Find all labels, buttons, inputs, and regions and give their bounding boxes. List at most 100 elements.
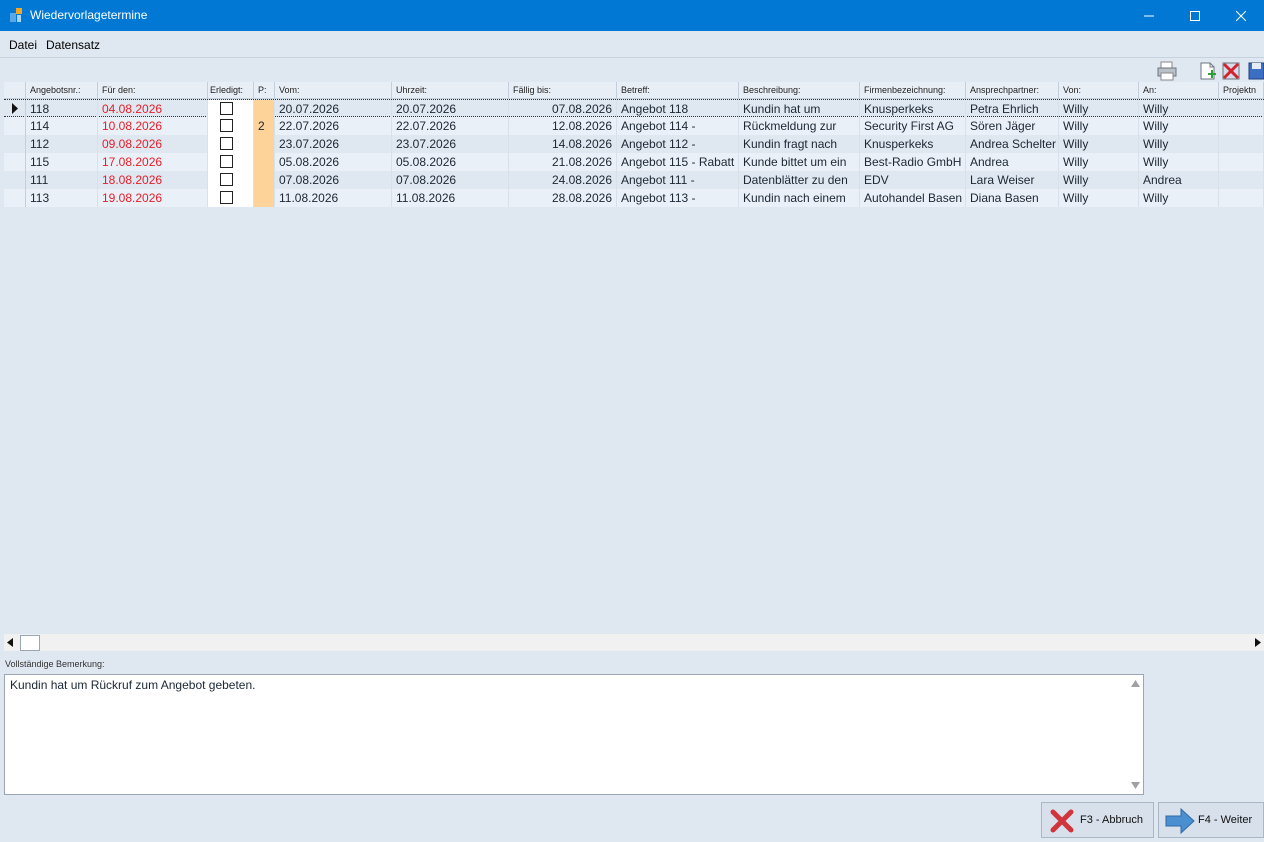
cell-proj[interactable] (1219, 189, 1264, 207)
cell-ansprech[interactable]: Lara Weiser (966, 171, 1059, 189)
table-row[interactable]: 118 04.08.2026 20.07.2026 20.07.2026 07.08.2… (4, 99, 1264, 118)
column-header-faellig-bis[interactable]: Fällig bis: (509, 82, 617, 99)
row-selector[interactable] (4, 171, 26, 189)
cell-proj[interactable] (1219, 153, 1264, 171)
minimize-button[interactable] (1126, 0, 1172, 31)
cell-von[interactable]: Willy (1059, 135, 1139, 153)
cell-vom[interactable]: 07.08.2026 (275, 171, 392, 189)
table-row[interactable]: 111 18.08.2026 07.08.2026 07.08.2026 24.08.2… (4, 171, 1264, 189)
cell-faellig[interactable]: 21.08.2026 (509, 153, 617, 171)
erledigt-checkbox[interactable] (220, 102, 233, 115)
cell-betreff[interactable]: Angebot 114 - (617, 117, 739, 135)
cell-ansprech[interactable]: Andrea Schelter (966, 135, 1059, 153)
print-icon[interactable] (1156, 60, 1178, 82)
cell-p[interactable]: 2 (254, 117, 275, 135)
next-button[interactable]: F4 - Weiter (1158, 802, 1264, 838)
table-row[interactable]: 114 10.08.2026 2 22.07.2026 22.07.2026 12.08.… (4, 117, 1264, 135)
data-grid[interactable]: Angebotsnr.: Für den: Erledigt: P: Vom: … (4, 82, 1264, 634)
cell-fuer[interactable]: 04.08.2026 (98, 100, 208, 118)
cell-nr[interactable]: 111 (26, 171, 98, 189)
scroll-thumb[interactable] (20, 635, 40, 651)
column-header-p[interactable]: P: (254, 82, 275, 99)
cell-ansprech[interactable]: Andrea (966, 153, 1059, 171)
cell-proj[interactable] (1219, 135, 1264, 153)
cell-fuer[interactable]: 17.08.2026 (98, 153, 208, 171)
cell-nr[interactable]: 118 (26, 100, 98, 118)
row-selector[interactable] (4, 153, 26, 171)
table-row[interactable]: 115 17.08.2026 05.08.2026 05.08.2026 21.08.2… (4, 153, 1264, 171)
menu-datei[interactable]: Datei (9, 38, 37, 52)
erledigt-checkbox[interactable] (220, 155, 233, 168)
cell-faellig[interactable]: 07.08.2026 (509, 100, 617, 118)
horizontal-scrollbar[interactable] (4, 634, 1264, 651)
cell-ansprech[interactable]: Petra Ehrlich (966, 100, 1059, 118)
scroll-down-arrow-icon[interactable] (1131, 782, 1140, 789)
cell-proj[interactable] (1219, 100, 1264, 118)
cell-vom[interactable]: 20.07.2026 (275, 100, 392, 118)
cell-firma[interactable]: Knusperkeks (860, 135, 966, 153)
cell-vom[interactable]: 05.08.2026 (275, 153, 392, 171)
menu-datensatz[interactable]: Datensatz (46, 38, 100, 52)
cell-von[interactable]: Willy (1059, 189, 1139, 207)
cell-faellig[interactable]: 24.08.2026 (509, 171, 617, 189)
cell-nr[interactable]: 114 (26, 117, 98, 135)
cell-an[interactable]: Willy (1139, 117, 1219, 135)
remark-textarea[interactable]: Kundin hat um Rückruf zum Angebot gebete… (4, 674, 1144, 795)
table-row[interactable]: 112 09.08.2026 23.07.2026 23.07.2026 14.08.2… (4, 135, 1264, 153)
cell-betreff[interactable]: Angebot 118 (617, 100, 739, 118)
cell-von[interactable]: Willy (1059, 171, 1139, 189)
cell-proj[interactable] (1219, 171, 1264, 189)
cell-uhrzeit[interactable]: 23.07.2026 (392, 135, 509, 153)
cell-faellig[interactable]: 12.08.2026 (509, 117, 617, 135)
cell-fuer[interactable]: 19.08.2026 (98, 189, 208, 207)
cell-fuer[interactable]: 10.08.2026 (98, 117, 208, 135)
cell-firma[interactable]: Autohandel Basen (860, 189, 966, 207)
new-record-icon[interactable] (1196, 60, 1218, 82)
cell-firma[interactable]: Security First AG (860, 117, 966, 135)
erledigt-checkbox[interactable] (220, 119, 233, 132)
cell-beschreibung[interactable]: Datenblätter zu den (739, 171, 860, 189)
scroll-up-arrow-icon[interactable] (1131, 680, 1140, 687)
scroll-right-arrow-icon[interactable] (1254, 638, 1262, 647)
cell-faellig[interactable]: 14.08.2026 (509, 135, 617, 153)
cell-vom[interactable]: 23.07.2026 (275, 135, 392, 153)
cell-beschreibung[interactable]: Kundin hat um (739, 100, 860, 118)
column-header-ansprechpartner[interactable]: Ansprechpartner: (966, 82, 1059, 99)
scroll-left-arrow-icon[interactable] (6, 638, 14, 647)
cell-nr[interactable]: 115 (26, 153, 98, 171)
cell-von[interactable]: Willy (1059, 153, 1139, 171)
cell-uhrzeit[interactable]: 20.07.2026 (392, 100, 509, 118)
column-header-an[interactable]: An: (1139, 82, 1219, 99)
cell-p[interactable] (254, 189, 275, 207)
cell-uhrzeit[interactable]: 11.08.2026 (392, 189, 509, 207)
row-selector[interactable] (4, 100, 26, 118)
cell-proj[interactable] (1219, 117, 1264, 135)
row-selector[interactable] (4, 135, 26, 153)
cell-beschreibung[interactable]: Kundin fragt nach (739, 135, 860, 153)
cell-firma[interactable]: Knusperkeks (860, 100, 966, 118)
column-header-betreff[interactable]: Betreff: (617, 82, 739, 99)
remark-vertical-scrollbar[interactable] (1127, 675, 1143, 794)
cell-ansprech[interactable]: Sören Jäger (966, 117, 1059, 135)
erledigt-checkbox[interactable] (220, 137, 233, 150)
cell-betreff[interactable]: Angebot 115 - Rabatt (617, 153, 739, 171)
maximize-button[interactable] (1172, 0, 1218, 31)
cell-an[interactable]: Willy (1139, 153, 1219, 171)
cell-nr[interactable]: 112 (26, 135, 98, 153)
cell-betreff[interactable]: Angebot 112 - (617, 135, 739, 153)
cell-uhrzeit[interactable]: 07.08.2026 (392, 171, 509, 189)
column-header-angebotsnr[interactable]: Angebotsnr.: (26, 82, 98, 99)
row-selector[interactable] (4, 189, 26, 207)
cell-firma[interactable]: EDV (860, 171, 966, 189)
cell-vom[interactable]: 11.08.2026 (275, 189, 392, 207)
cell-vom[interactable]: 22.07.2026 (275, 117, 392, 135)
cell-faellig[interactable]: 28.08.2026 (509, 189, 617, 207)
column-header-firmenbezeichnung[interactable]: Firmenbezeichnung: (860, 82, 966, 99)
cell-betreff[interactable]: Angebot 111 - (617, 171, 739, 189)
delete-record-icon[interactable] (1220, 60, 1242, 82)
row-selector[interactable] (4, 117, 26, 135)
save-icon[interactable] (1246, 60, 1264, 82)
erledigt-checkbox[interactable] (220, 191, 233, 204)
cell-nr[interactable]: 113 (26, 189, 98, 207)
table-row[interactable]: 113 19.08.2026 11.08.2026 11.08.2026 28.08.2… (4, 189, 1264, 207)
